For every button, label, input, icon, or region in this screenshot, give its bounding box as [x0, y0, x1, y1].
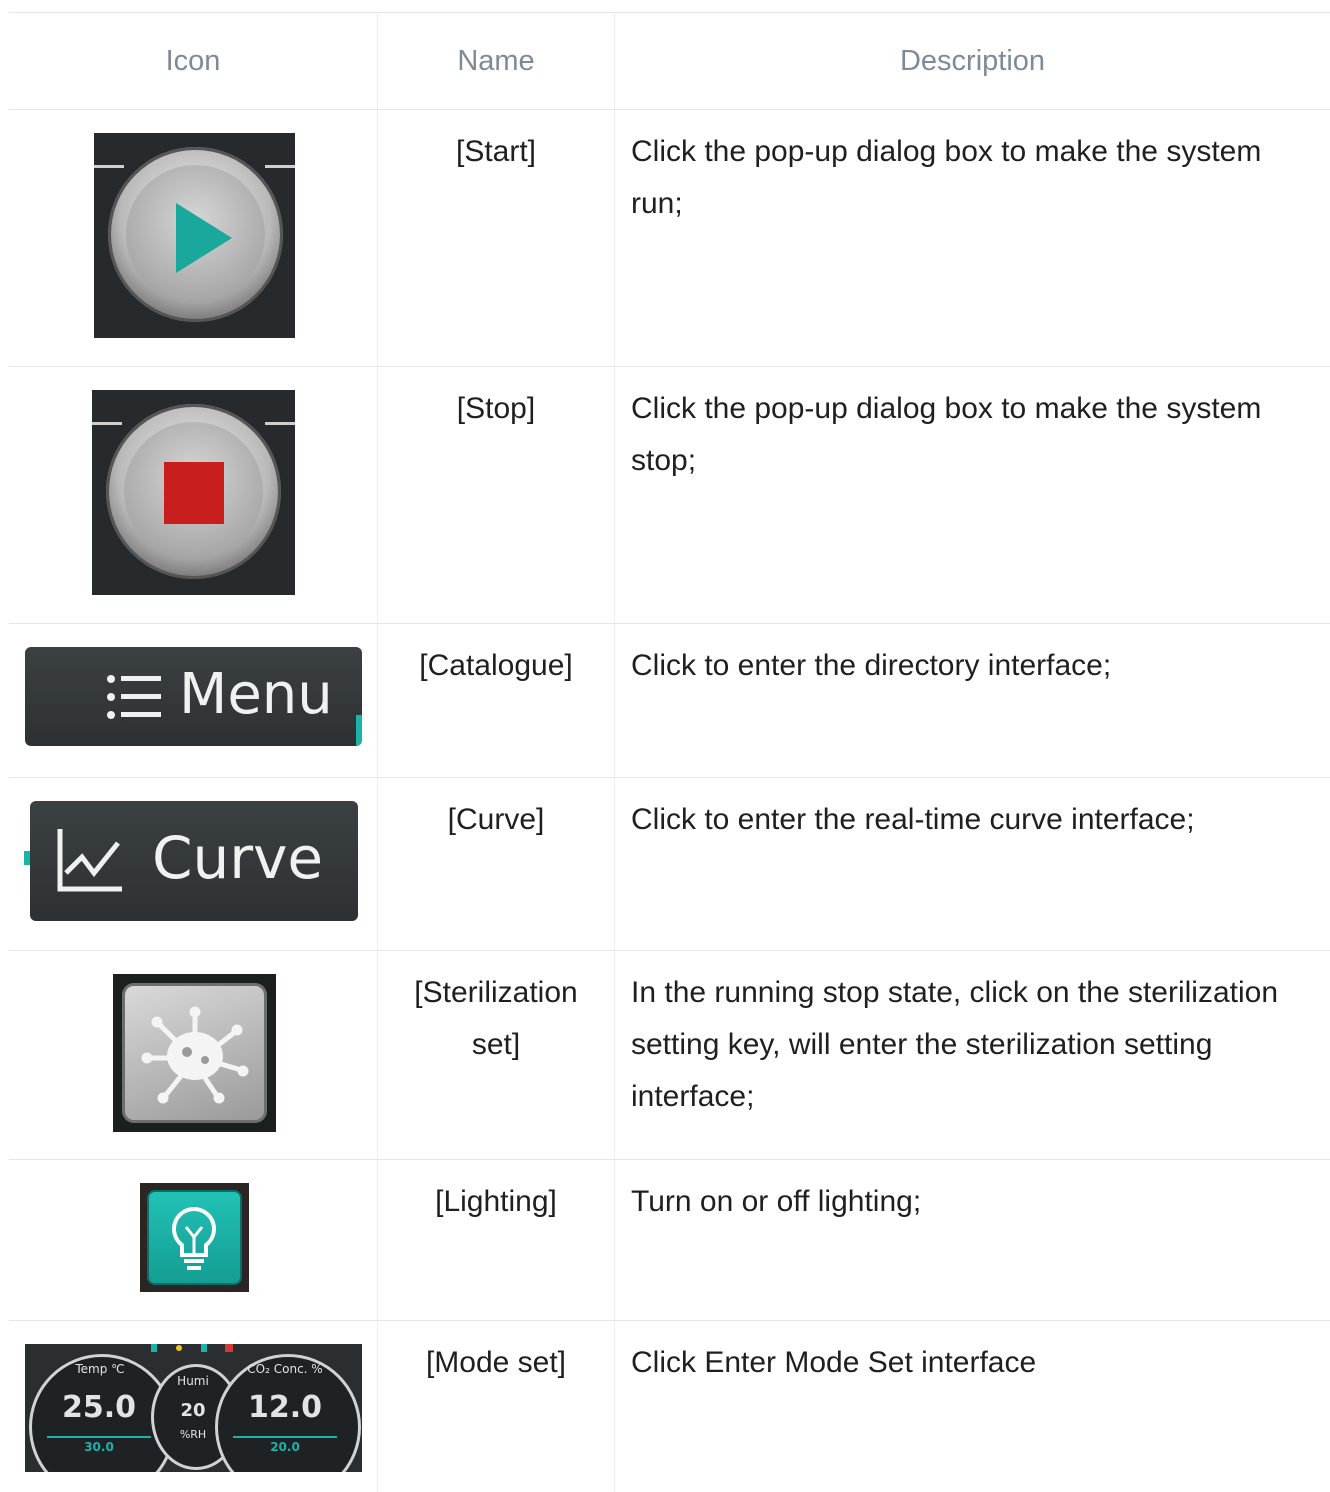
row-name: [Sterilization set]	[414, 976, 578, 1061]
table-row: [Start] Click the pop-up dialog box to m…	[9, 109, 1330, 366]
stop-icon	[92, 390, 295, 595]
row-name: [Stop]	[456, 392, 536, 425]
table-row: Curve [Curve] Click to enter the real-ti…	[9, 777, 1330, 950]
gauge-panel-icon: Temp ℃ 25.0 30.0 Humi 20 %RH CO₂ Conc. %…	[25, 1344, 362, 1472]
temp-label: Temp ℃	[75, 1362, 125, 1376]
curve-label: Curve	[152, 824, 324, 892]
header-description: Description	[899, 45, 1046, 77]
row-name: [Catalogue]	[419, 649, 573, 682]
row-description: Click Enter Mode Set interface	[631, 1346, 1037, 1379]
humi-label: Humi	[177, 1374, 209, 1388]
temp-value: 25.0	[61, 1390, 137, 1425]
row-name: [Mode set]	[425, 1346, 567, 1379]
temp-set: 30.0	[84, 1440, 114, 1454]
row-description: Click the pop-up dialog box to make the …	[631, 135, 1262, 220]
row-description: Click the pop-up dialog box to make the …	[631, 392, 1262, 477]
co2-set: 20.0	[270, 1440, 300, 1454]
co2-label: CO₂ Conc. %	[247, 1362, 323, 1376]
table-row: [Lighting] Turn on or off lighting;	[9, 1159, 1330, 1320]
virus-icon	[113, 974, 276, 1132]
header-name: Name	[457, 45, 535, 77]
row-name: [Start]	[455, 135, 537, 168]
table-row: [Sterilization set] In the running stop …	[9, 950, 1330, 1159]
table-row: [Stop] Click the pop-up dialog box to ma…	[9, 366, 1330, 623]
play-icon	[94, 133, 295, 338]
table-header: Icon Name Description	[9, 12, 1330, 109]
row-description: Click to enter the real-time curve inter…	[631, 803, 1195, 836]
humi-value: 20	[180, 1400, 206, 1421]
table-row: Temp ℃ 25.0 30.0 Humi 20 %RH CO₂ Conc. %…	[9, 1320, 1330, 1492]
table-row: Menu [Catalogue] Click to enter the dire…	[9, 623, 1330, 777]
row-description: Click to enter the directory interface;	[631, 649, 1112, 682]
chart-line-icon: Curve	[24, 801, 358, 921]
row-description: Turn on or off lighting;	[631, 1185, 922, 1218]
menu-label: Menu	[179, 662, 333, 727]
co2-value: 12.0	[247, 1390, 323, 1425]
row-name: [Lighting]	[435, 1185, 557, 1218]
row-name: [Curve]	[447, 803, 545, 836]
menu-icon: Menu	[25, 647, 362, 746]
header-icon: Icon	[165, 45, 221, 77]
row-description: In the running stop state, click on the …	[631, 976, 1279, 1113]
lightbulb-icon	[140, 1183, 249, 1292]
humi-unit: %RH	[179, 1428, 207, 1441]
